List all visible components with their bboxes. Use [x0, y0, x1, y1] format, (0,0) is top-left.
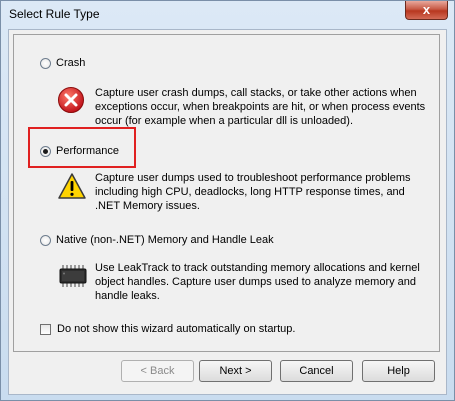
back-button[interactable]: < Back: [121, 360, 194, 382]
startup-checkbox[interactable]: [40, 323, 51, 335]
select-rule-type-dialog: Select Rule Type x Crash Capture user cr…: [0, 0, 455, 401]
error-icon: [58, 87, 84, 113]
title-bar: Select Rule Type x: [1, 1, 454, 29]
radio-performance[interactable]: [40, 145, 51, 157]
radio-performance-row[interactable]: Performance: [40, 145, 119, 157]
radio-native-leak-row[interactable]: Native (non-.NET) Memory and Handle Leak: [40, 234, 274, 246]
startup-checkbox-row[interactable]: Do not show this wizard automatically on…: [40, 323, 295, 335]
next-button[interactable]: Next >: [199, 360, 272, 382]
startup-checkbox-label[interactable]: Do not show this wizard automatically on…: [57, 323, 295, 335]
radio-native-leak[interactable]: [40, 234, 51, 246]
performance-description: Capture user dumps used to troubleshoot …: [95, 172, 411, 212]
radio-performance-label[interactable]: Performance: [56, 145, 119, 157]
radio-crash-row[interactable]: Crash: [40, 57, 85, 69]
radio-native-leak-label[interactable]: Native (non-.NET) Memory and Handle Leak: [56, 234, 274, 246]
warning-icon: [58, 173, 86, 199]
radio-crash-label[interactable]: Crash: [56, 57, 85, 69]
dialog-client-area: Crash Capture user crash dumps, call sta…: [8, 29, 447, 395]
crash-description: Capture user crash dumps, call stacks, o…: [95, 87, 426, 127]
native-leak-description: Use LeakTrack to track outstanding memor…: [95, 262, 420, 302]
cancel-button[interactable]: Cancel: [280, 360, 353, 382]
close-button[interactable]: x: [405, 1, 448, 20]
radio-crash[interactable]: [40, 57, 51, 69]
chip-icon: [59, 265, 87, 287]
window-title: Select Rule Type: [9, 7, 100, 21]
rule-type-panel: Crash Capture user crash dumps, call sta…: [13, 34, 440, 352]
help-button[interactable]: Help: [362, 360, 435, 382]
